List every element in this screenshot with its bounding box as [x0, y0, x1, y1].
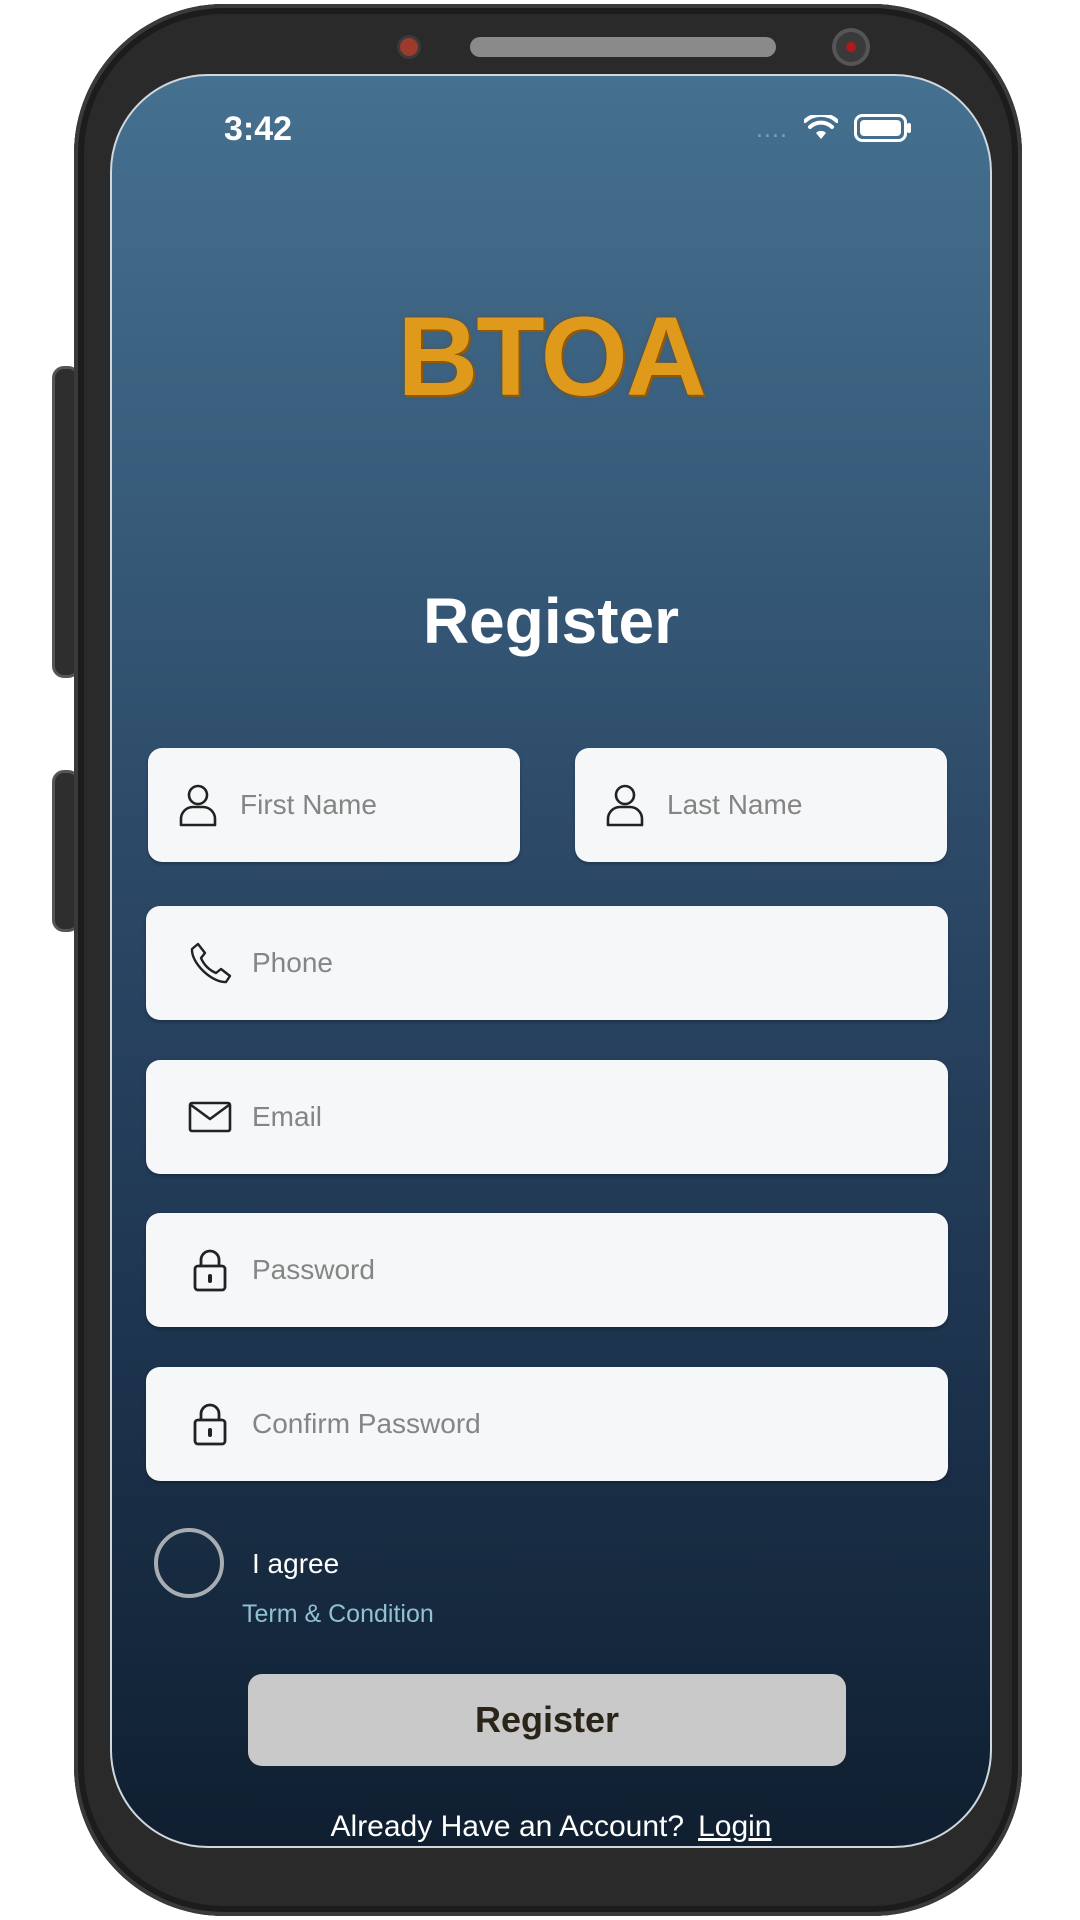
user-icon — [176, 783, 220, 827]
confirm-password-field[interactable]: Confirm Password — [146, 1367, 948, 1481]
front-camera — [836, 32, 866, 62]
first-name-placeholder: First Name — [240, 789, 377, 820]
app-screen: 3:42 .... BTOA Register First Name Last … — [110, 74, 992, 1848]
lock-icon — [188, 1402, 232, 1446]
confirm-password-placeholder: Confirm Password — [252, 1408, 481, 1439]
status-icons: .... — [756, 112, 912, 146]
earpiece-speaker — [470, 37, 776, 57]
phone-icon — [188, 941, 232, 985]
agree-radio-button[interactable] — [154, 1528, 224, 1598]
email-placeholder: Email — [252, 1101, 323, 1132]
terms-and-condition-link[interactable]: Term & Condition — [242, 1600, 434, 1629]
password-placeholder: Password — [252, 1254, 375, 1285]
phone-field[interactable]: Phone — [146, 906, 948, 1020]
btoa-logo: BTOA — [397, 294, 706, 419]
battery-icon — [854, 114, 912, 146]
lock-icon — [188, 1248, 232, 1292]
last-name-field[interactable]: Last Name — [575, 748, 947, 862]
login-link[interactable]: Login — [698, 1810, 771, 1843]
user-icon — [603, 783, 647, 827]
login-prompt-text: Already Have an Account? — [330, 1810, 685, 1843]
page-title: Register — [422, 585, 680, 657]
agree-label: I agree — [252, 1548, 340, 1579]
phone-placeholder: Phone — [252, 947, 333, 978]
last-name-placeholder: Last Name — [667, 789, 803, 820]
password-field[interactable]: Password — [146, 1213, 948, 1327]
signal-indicator: .... — [756, 117, 788, 143]
login-prompt: Already Have an Account? Login — [112, 1810, 990, 1844]
status-time: 3:42 — [224, 110, 293, 148]
register-button[interactable]: Register — [248, 1674, 846, 1766]
wifi-icon — [803, 112, 839, 145]
mail-icon — [188, 1095, 232, 1139]
first-name-field[interactable]: First Name — [148, 748, 520, 862]
proximity-sensor — [400, 38, 418, 56]
email-field[interactable]: Email — [146, 1060, 948, 1174]
